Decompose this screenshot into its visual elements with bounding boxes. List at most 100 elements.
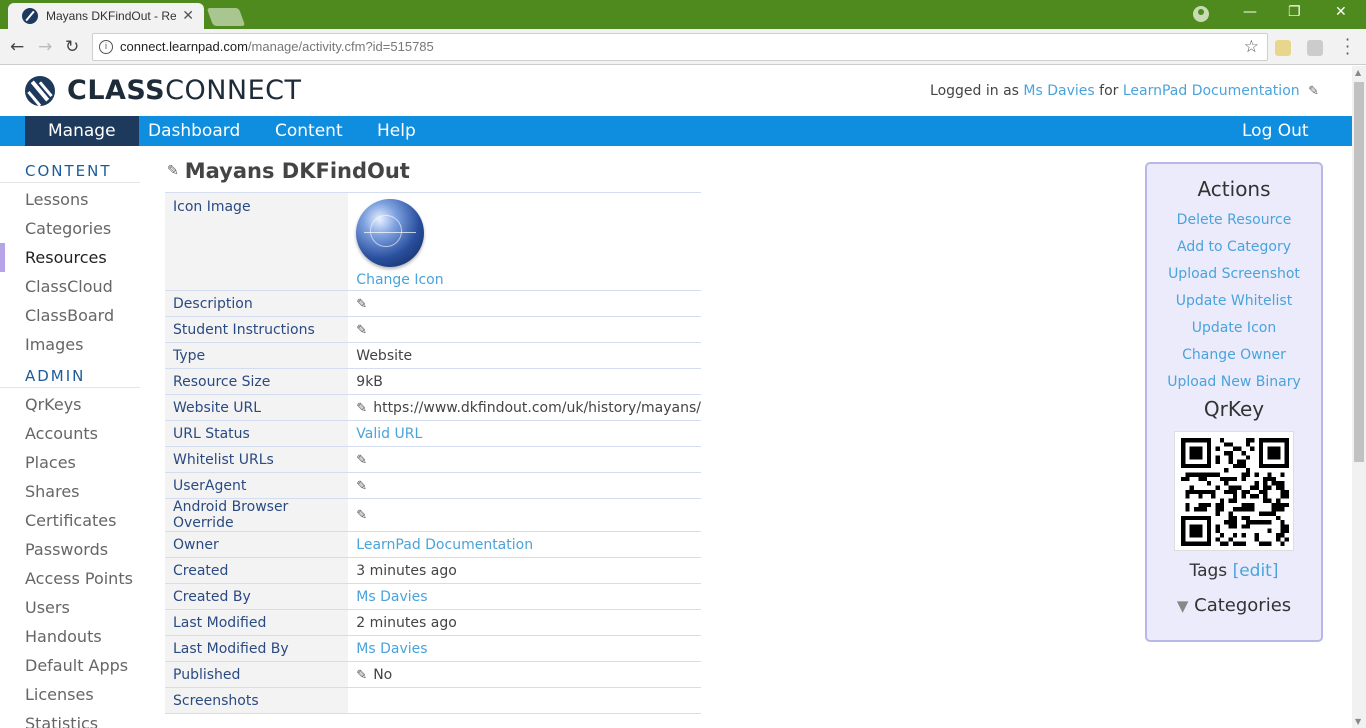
edit-pencil-icon[interactable]: ✎ — [356, 508, 367, 523]
row-value: 9kB — [348, 368, 701, 395]
edit-pencil-icon[interactable]: ✎ — [356, 323, 367, 338]
upload-screenshot-link[interactable]: Upload Screenshot — [1147, 261, 1321, 288]
actions-heading: Actions — [1197, 177, 1271, 201]
sidebar-heading-content: CONTENT — [0, 160, 140, 183]
delete-resource-link[interactable]: Delete Resource — [1147, 207, 1321, 234]
close-tab-icon[interactable]: ✕ — [182, 8, 194, 24]
table-row: Created By Ms Davies — [165, 583, 701, 610]
change-icon-link[interactable]: Change Icon — [356, 272, 443, 288]
browser-toolbar: ← → ↻ i connect.learnpad.com/manage/acti… — [0, 29, 1366, 65]
row-label: Student Instructions — [165, 316, 349, 343]
extension-icon[interactable] — [1275, 40, 1291, 56]
cast-icon[interactable] — [1307, 40, 1323, 56]
sidebar-item-resources[interactable]: Resources — [0, 243, 140, 272]
browser-menu-icon[interactable]: · · · — [1345, 32, 1350, 62]
sidebar-item-images[interactable]: Images — [0, 330, 140, 359]
row-value: ✎ https://www.dkfindout.com/uk/history/ma… — [348, 394, 701, 421]
nav-help[interactable]: Help — [354, 116, 439, 146]
forward-arrow-icon[interactable]: → — [38, 37, 52, 57]
website-url-value: https://www.dkfindout.com/uk/history/may… — [373, 399, 701, 416]
address-bar[interactable]: i connect.learnpad.com/manage/activity.c… — [92, 33, 1268, 61]
sidebar-item-users[interactable]: Users — [0, 593, 140, 622]
globe-icon — [356, 199, 425, 267]
edit-title-pencil-icon[interactable]: ✎ — [167, 163, 179, 179]
sidebar-item-default-apps[interactable]: Default Apps — [0, 651, 140, 680]
row-label: Last Modified By — [165, 635, 349, 662]
sidebar-item-statistics[interactable]: Statistics — [0, 709, 140, 728]
page-scrollbar[interactable]: ▲ ▼ — [1352, 66, 1366, 728]
sidebar-item-shares[interactable]: Shares — [0, 477, 140, 506]
row-value: ✎ — [348, 472, 701, 499]
scroll-thumb[interactable] — [1354, 82, 1364, 462]
row-label: Published — [165, 661, 349, 688]
nav-logout[interactable]: Log Out — [1219, 116, 1332, 146]
nav-manage[interactable]: Manage — [25, 116, 139, 146]
edit-pencil-icon[interactable]: ✎ — [356, 401, 367, 416]
scroll-down-icon[interactable]: ▼ — [1355, 717, 1361, 726]
sidebar-item-categories[interactable]: Categories — [0, 214, 140, 243]
url-status-link[interactable]: Valid URL — [356, 426, 422, 442]
login-status: Logged in as Ms Davies for LearnPad Docu… — [930, 83, 1319, 99]
row-label: Description — [165, 290, 349, 317]
nav-content[interactable]: Content — [252, 116, 366, 146]
owner-link[interactable]: LearnPad Documentation — [356, 537, 533, 553]
table-row: Type Website — [165, 342, 701, 369]
classconnect-logo[interactable]: CLASSCONNECT — [25, 75, 302, 106]
table-row: Owner LearnPad Documentation — [165, 531, 701, 558]
sidebar-item-qrkeys[interactable]: QrKeys — [0, 390, 140, 419]
add-to-category-link[interactable]: Add to Category — [1147, 234, 1321, 261]
new-tab-button[interactable] — [206, 8, 246, 26]
minimize-icon[interactable]: — — [1243, 4, 1257, 20]
bookmark-star-icon[interactable]: ☆ — [1244, 37, 1259, 57]
back-arrow-icon[interactable]: ← — [10, 37, 24, 57]
edit-pencil-icon[interactable]: ✎ — [356, 297, 367, 312]
edit-pencil-icon[interactable]: ✎ — [356, 479, 367, 494]
update-icon-link[interactable]: Update Icon — [1147, 315, 1321, 342]
sidebar-item-classcloud[interactable]: ClassCloud — [0, 272, 140, 301]
login-user-link[interactable]: Ms Davies — [1023, 83, 1094, 99]
nav-dashboard[interactable]: Dashboard — [125, 116, 263, 146]
tags-row: Tags [edit] — [1189, 561, 1279, 581]
restore-icon[interactable]: ❐ — [1288, 4, 1301, 20]
categories-toggle[interactable]: ▼ Categories — [1147, 595, 1321, 616]
sidebar-item-places[interactable]: Places — [0, 448, 140, 477]
table-row: Created 3 minutes ago — [165, 557, 701, 584]
url-text[interactable]: connect.learnpad.com/manage/activity.cfm… — [120, 39, 434, 54]
row-value: LearnPad Documentation — [348, 531, 701, 558]
edit-pencil-icon[interactable]: ✎ — [356, 668, 367, 683]
scroll-up-icon[interactable]: ▲ — [1355, 68, 1361, 77]
classconnect-favicon-icon — [22, 8, 38, 24]
sidebar-item-passwords[interactable]: Passwords — [0, 535, 140, 564]
sidebar-item-lessons[interactable]: Lessons — [0, 185, 140, 214]
edit-pencil-icon[interactable]: ✎ — [356, 453, 367, 468]
table-row: Description ✎ — [165, 290, 701, 317]
change-owner-link[interactable]: Change Owner — [1147, 342, 1321, 369]
update-whitelist-link[interactable]: Update Whitelist — [1147, 288, 1321, 315]
sidebar-item-accounts[interactable]: Accounts — [0, 419, 140, 448]
table-row: Published ✎ No — [165, 661, 701, 688]
main-navbar: Manage Dashboard Content Help Log Out — [0, 116, 1352, 146]
close-window-icon[interactable]: ✕ — [1335, 4, 1347, 20]
login-org-link[interactable]: LearnPad Documentation — [1123, 83, 1300, 99]
sidebar-item-handouts[interactable]: Handouts — [0, 622, 140, 651]
page: CLASSCONNECT Logged in as Ms Davies for … — [0, 66, 1352, 728]
row-value: ✎ — [348, 446, 701, 473]
profile-icon[interactable] — [1193, 6, 1209, 22]
browser-tab[interactable]: Mayans DKFindOut - Res ✕ — [8, 3, 204, 29]
sidebar-item-licenses[interactable]: Licenses — [0, 680, 140, 709]
tags-edit-link[interactable]: [edit] — [1233, 561, 1279, 581]
sidebar-item-access-points[interactable]: Access Points — [0, 564, 140, 593]
last-modified-by-link[interactable]: Ms Davies — [356, 641, 427, 657]
row-value: Valid URL — [348, 420, 701, 447]
upload-new-binary-link[interactable]: Upload New Binary — [1147, 369, 1321, 396]
row-label: Screenshots — [165, 687, 349, 714]
sidebar-item-certificates[interactable]: Certificates — [0, 506, 140, 535]
edit-pencil-icon[interactable]: ✎ — [1308, 84, 1319, 99]
row-label: Type — [165, 342, 349, 369]
info-icon[interactable]: i — [99, 40, 113, 54]
table-row: Icon Image Change Icon — [165, 192, 701, 291]
actions-panel: Actions Delete Resource Add to Category … — [1145, 162, 1323, 642]
reload-icon[interactable]: ↻ — [65, 37, 79, 57]
sidebar-item-classboard[interactable]: ClassBoard — [0, 301, 140, 330]
created-by-link[interactable]: Ms Davies — [356, 589, 427, 605]
